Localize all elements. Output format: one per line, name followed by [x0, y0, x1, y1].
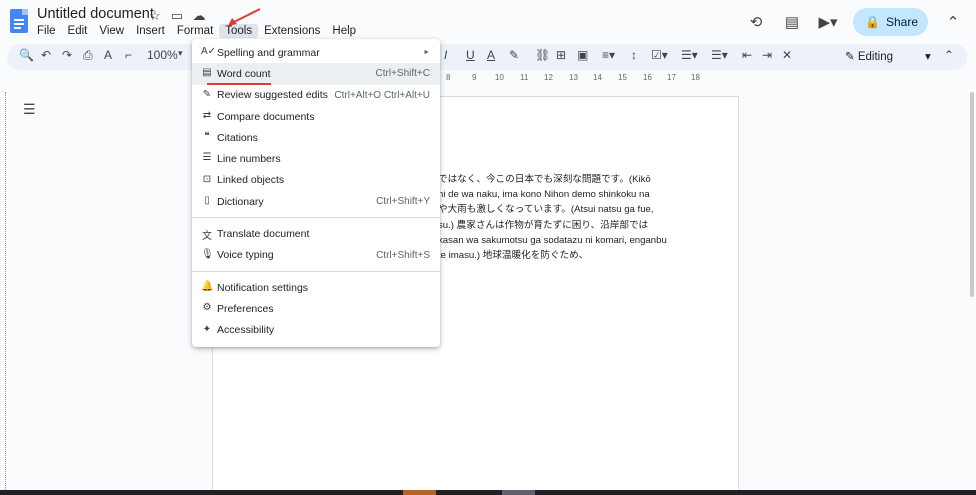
menu-separator	[192, 217, 440, 219]
preferences-icon: ⚙	[202, 302, 212, 314]
chevron-down-icon[interactable]: ▾	[178, 48, 183, 66]
line-spacing-icon[interactable]: ↕	[631, 48, 637, 66]
menu-item-linked-objects[interactable]: ⊡ Linked objects	[192, 170, 440, 191]
paint-format-icon[interactable]: ⌐	[125, 48, 132, 66]
insert-link-icon[interactable]: ⛓	[535, 48, 550, 66]
text-line: や大雨も激しくなっています。(Atsui natsu ga fue,	[438, 204, 654, 216]
lock-icon: 🔒	[865, 15, 880, 29]
document-title[interactable]: Untitled document	[37, 6, 154, 22]
search-menus-icon[interactable]: 🔍	[19, 48, 34, 66]
accessibility-icon: ✦	[202, 323, 212, 335]
insert-image-icon[interactable]: ▣	[577, 48, 588, 66]
red-underline-annotation	[207, 83, 271, 85]
menu-item-review-edits[interactable]: ✎ Review suggested edits Ctrl+Alt+O Ctrl…	[192, 85, 440, 106]
menu-format[interactable]: Format	[171, 24, 219, 38]
version-history-icon[interactable]: ⟲	[745, 11, 767, 33]
folder-icon[interactable]: ▭	[170, 8, 184, 24]
redo-icon[interactable]: ↷	[62, 48, 72, 66]
menu-item-citations[interactable]: ❝ Citations	[192, 127, 440, 148]
menu-item-word-count[interactable]: ▤ Word count Ctrl+Shift+C	[192, 63, 440, 85]
menu-item-dictionary[interactable]: ▯ Dictionary Ctrl+Shift+Y	[192, 191, 440, 212]
star-icon[interactable]: ☆	[148, 8, 162, 24]
numbered-list-icon[interactable]: ☰▾	[711, 48, 728, 66]
tools-menu-dropdown: A✓ Spelling and grammar ► ▤ Word count C…	[192, 39, 440, 347]
menu-separator	[192, 270, 440, 272]
menu-extensions[interactable]: Extensions	[258, 24, 326, 38]
linked-objects-icon: ⊡	[202, 173, 212, 185]
quote-icon: ❝	[204, 131, 210, 143]
zoom-select[interactable]: 100%	[147, 48, 178, 66]
docs-logo-icon[interactable]	[10, 9, 28, 33]
decrease-indent-icon[interactable]: ⇤	[742, 48, 752, 66]
comments-icon[interactable]: ▤	[781, 11, 803, 33]
share-button[interactable]: 🔒 Share	[853, 8, 928, 36]
pencil-icon: ✎	[845, 51, 858, 63]
translate-icon: 文	[202, 231, 212, 243]
text-line: su.) 農家さんは作物が育たずに困り、沿岸部では	[438, 219, 649, 231]
menu-item-translate[interactable]: 文 Translate document	[192, 223, 440, 244]
review-edits-icon: ✎	[202, 88, 212, 100]
red-arrow-annotation	[228, 8, 261, 26]
text-line: ではなく、今この日本でも深刻な問題です。(Kikō	[438, 174, 651, 185]
cloud-icon[interactable]: ☁	[192, 8, 206, 24]
clear-formatting-icon[interactable]: ✕	[782, 48, 792, 66]
text-line: te imasu.) 地球温暖化を防ぐため、	[438, 250, 589, 262]
menu-item-notifications[interactable]: 🔔 Notification settings	[192, 277, 440, 298]
horizontal-ruler[interactable]: 8 9 10 11 12 13 14 15 16 17 18	[440, 73, 770, 85]
align-icon[interactable]: ≡▾	[602, 48, 615, 66]
menu-item-spelling[interactable]: A✓ Spelling and grammar ►	[192, 42, 440, 63]
undo-icon[interactable]: ↶	[41, 48, 51, 66]
scrollbar[interactable]	[970, 92, 974, 297]
underline-icon[interactable]: U	[466, 48, 475, 66]
italic-icon[interactable]: I	[444, 48, 447, 66]
text-color-icon[interactable]: A	[487, 48, 495, 66]
increase-indent-icon[interactable]: ⇥	[762, 48, 772, 66]
menu-edit[interactable]: Edit	[62, 24, 94, 38]
spellcheck-icon: A✓	[201, 46, 217, 57]
vertical-ruler[interactable]	[2, 92, 6, 492]
text-line: kasan wa sakumotsu ga sodatazu ni komari…	[438, 234, 667, 246]
menu-item-accessibility[interactable]: ✦ Accessibility	[192, 320, 440, 341]
highlight-icon[interactable]: ✎	[509, 48, 519, 66]
document-outline-icon[interactable]: ☰	[23, 101, 36, 118]
line-numbers-icon: ☰	[202, 152, 212, 164]
menu-item-line-numbers[interactable]: ☰ Line numbers	[192, 148, 440, 169]
spellcheck-icon[interactable]: A	[104, 48, 112, 66]
menu-item-preferences[interactable]: ⚙ Preferences	[192, 298, 440, 319]
print-icon[interactable]: ⎙	[83, 48, 93, 66]
dictionary-icon: ▯	[204, 195, 210, 207]
menu-file[interactable]: File	[31, 24, 62, 38]
document-body[interactable]: ではなく、今この日本でも深刻な問題です。(Kikō hi de wa naku,…	[438, 172, 678, 263]
menu-bar: File Edit View Insert Format Tools Exten…	[31, 24, 362, 38]
compare-icon: ⇄	[202, 109, 212, 121]
format-toolbar: 🔍 ↶ ↷ ⎙ A ⌐ 100% ▾ I U A ✎ ⛓ ⊞ ▣ ≡▾ ↕ ☑▾…	[7, 44, 967, 70]
microphone-icon: 🎙	[201, 248, 214, 260]
checklist-icon[interactable]: ☑▾	[651, 48, 668, 66]
bulleted-list-icon[interactable]: ☰▾	[681, 48, 698, 66]
menu-item-voice-typing[interactable]: 🎙 Voice typing Ctrl+Shift+S	[192, 245, 440, 266]
chevron-up-icon[interactable]: ⌃	[942, 11, 964, 33]
meet-icon[interactable]: ▶▾	[817, 11, 839, 33]
bell-icon: 🔔	[201, 280, 214, 292]
menu-insert[interactable]: Insert	[130, 24, 171, 38]
submenu-arrow-icon: ►	[423, 49, 430, 57]
editing-mode-select[interactable]: ✎ Editing ▾	[845, 49, 931, 63]
chevron-up-icon[interactable]: ⌃	[944, 48, 954, 66]
insert-comment-icon[interactable]: ⊞	[556, 48, 566, 66]
menu-view[interactable]: View	[93, 24, 130, 38]
word-count-icon: ▤	[202, 67, 212, 79]
menu-help[interactable]: Help	[326, 24, 362, 38]
title-bar: Untitled document ☆ ▭ ☁ File Edit View I…	[0, 0, 976, 42]
text-line: hi de wa naku, ima kono Nihon demo shink…	[438, 189, 650, 201]
menu-item-compare[interactable]: ⇄ Compare documents	[192, 106, 440, 127]
taskbar	[0, 490, 976, 495]
